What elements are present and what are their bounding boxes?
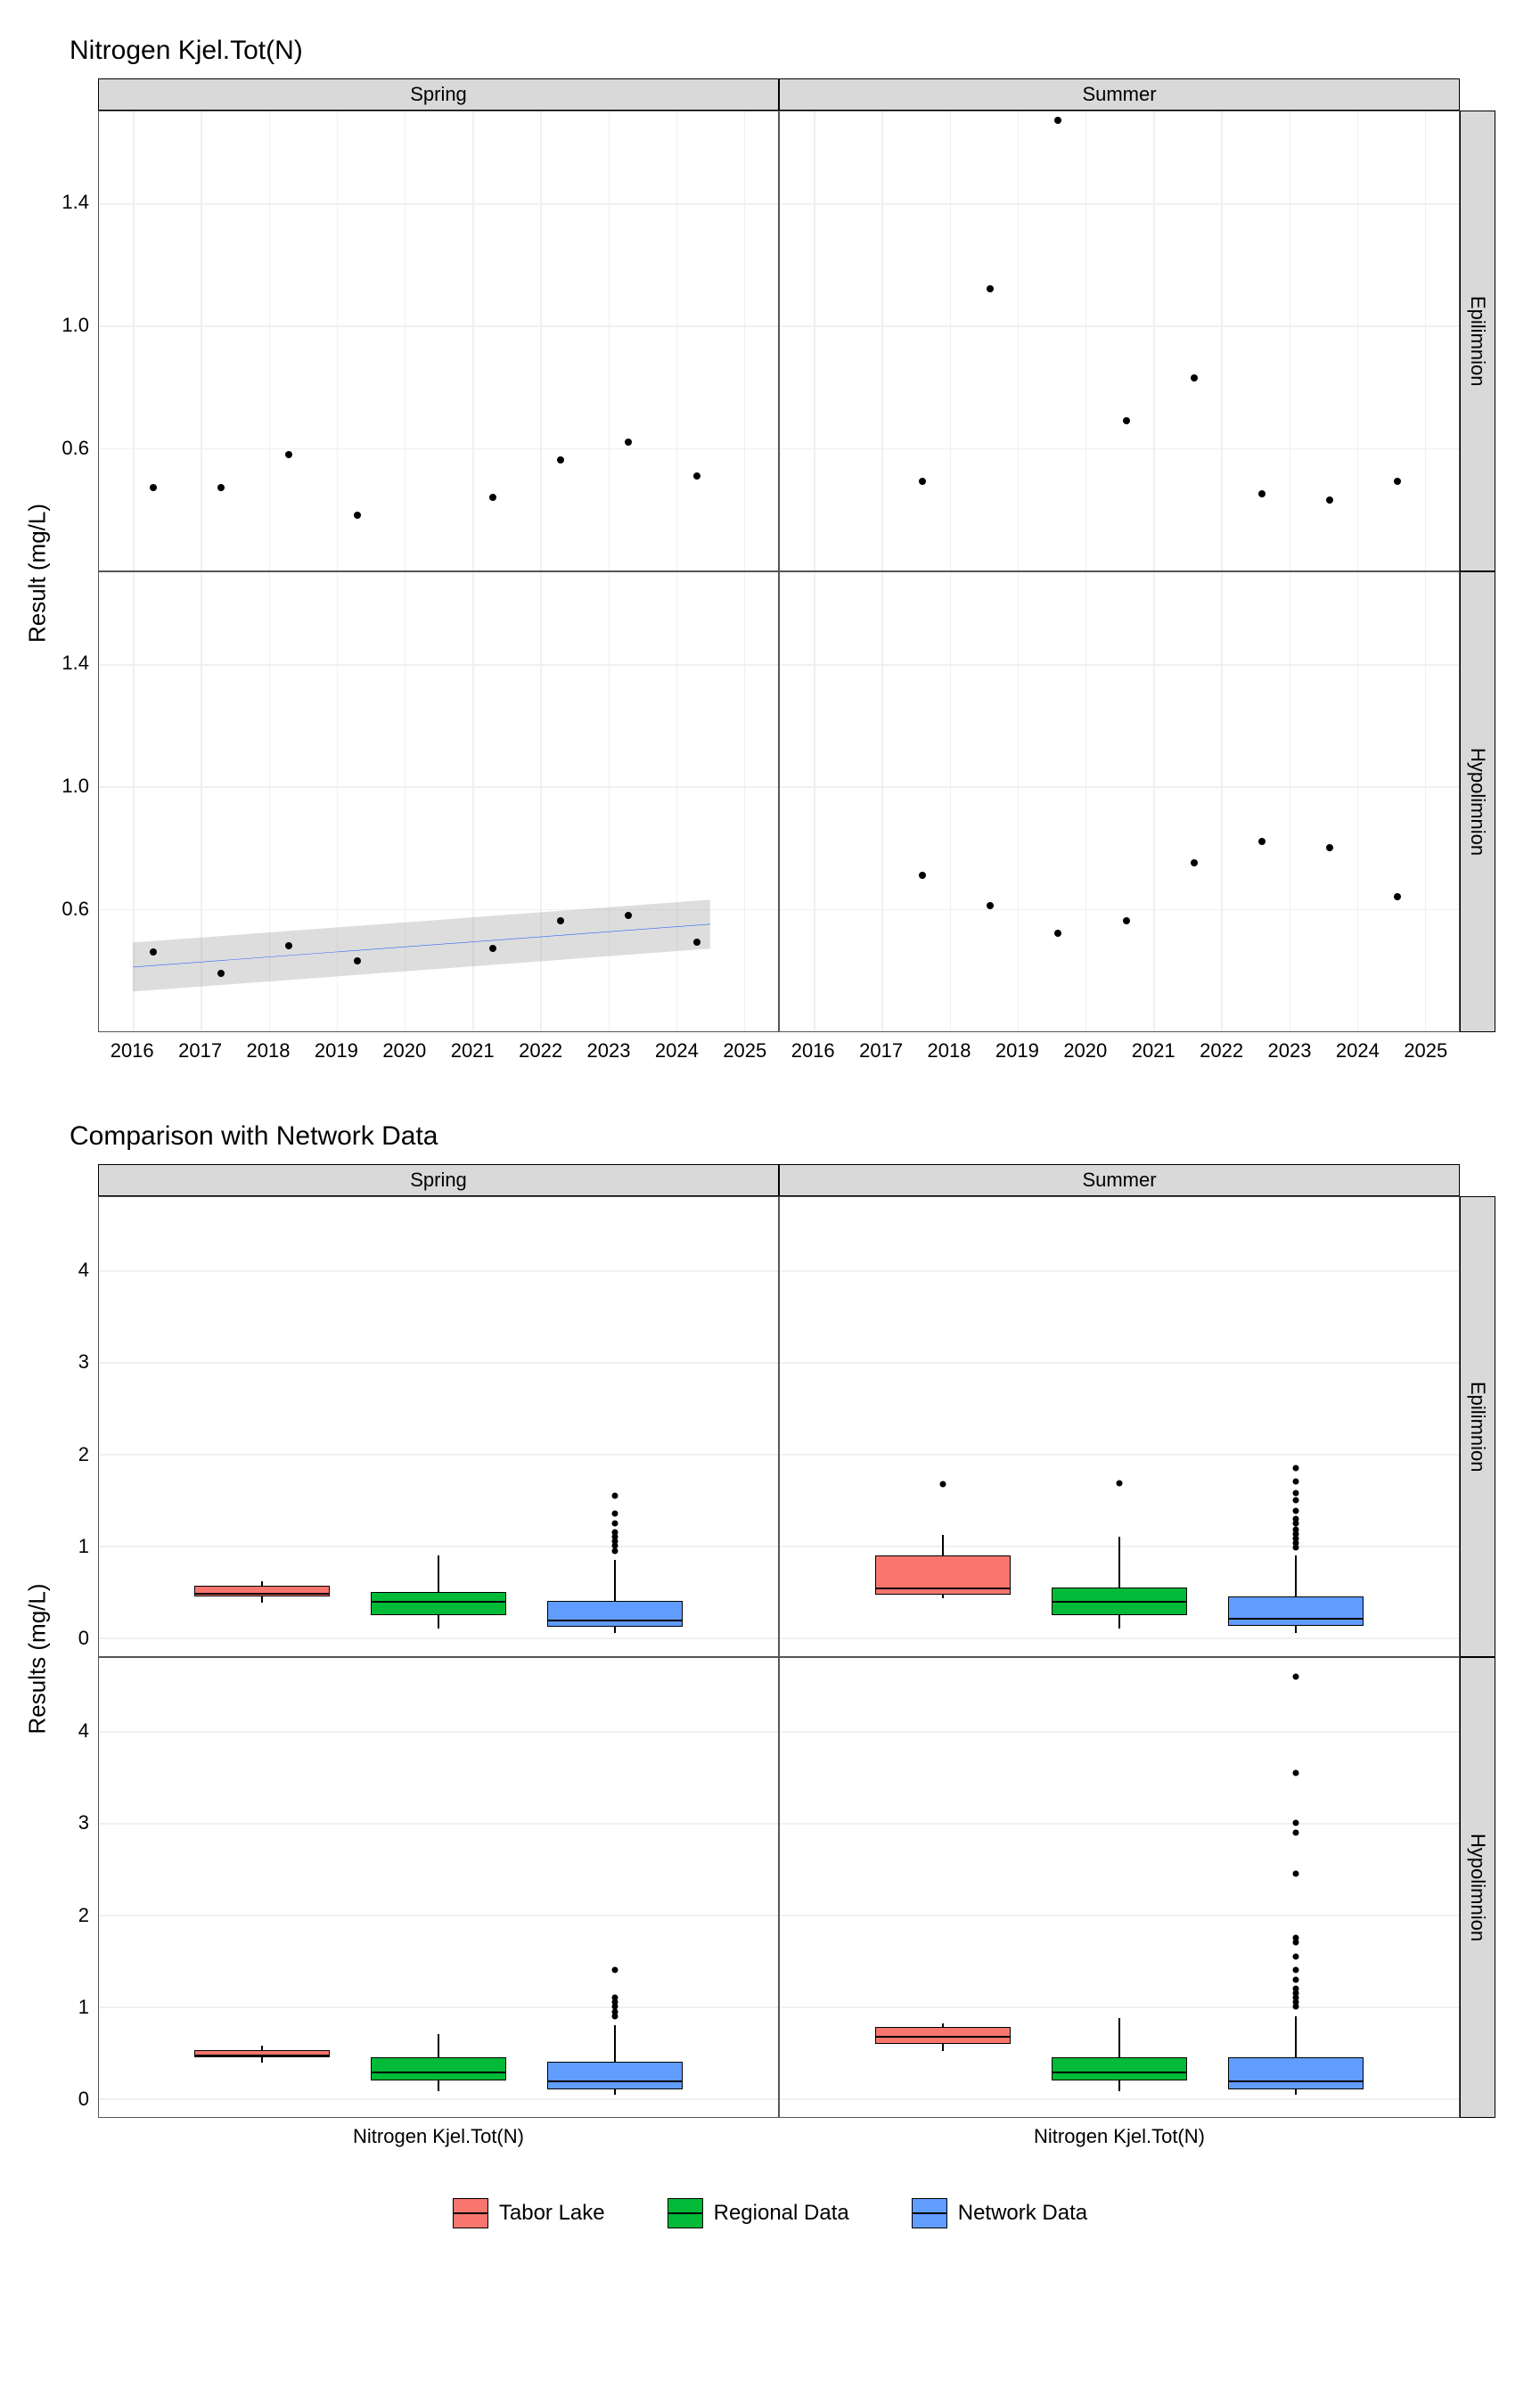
facet2-col-spring: Spring <box>98 1164 779 1196</box>
legend-item-regional: Regional Data <box>668 2198 849 2228</box>
legend-label-regional: Regional Data <box>714 2201 849 2226</box>
chart2-title: Comparison with Network Data <box>70 1121 1495 1152</box>
boxpanel-spring-hypolimnion <box>98 1657 779 2118</box>
legend: Tabor Lake Regional Data Network Data <box>45 2198 1495 2228</box>
chart1-title: Nitrogen Kjel.Tot(N) <box>70 36 1495 66</box>
facet2-row-hypolimnion: Hypolimnion <box>1460 1657 1495 2118</box>
legend-item-tabor: Tabor Lake <box>453 2198 605 2228</box>
facet2-col-summer: Summer <box>779 1164 1460 1196</box>
panel-spring-hypolimnion <box>98 571 779 1032</box>
panel-summer-epilimnion <box>779 111 1460 571</box>
panel-spring-epilimnion <box>98 111 779 571</box>
facet2-row-epilimnion: Epilimnion <box>1460 1196 1495 1657</box>
boxpanel-summer-hypolimnion <box>779 1657 1460 2118</box>
facet-row-hypolimnion: Hypolimnion <box>1460 571 1495 1032</box>
boxpanel-spring-epilimnion <box>98 1196 779 1657</box>
panel-summer-hypolimnion <box>779 571 1460 1032</box>
legend-item-network: Network Data <box>912 2198 1087 2228</box>
boxpanel-summer-epilimnion <box>779 1196 1460 1657</box>
legend-label-tabor: Tabor Lake <box>499 2201 605 2226</box>
facet-col-summer: Summer <box>779 78 1460 111</box>
facet-col-spring: Spring <box>98 78 779 111</box>
facet-row-epilimnion: Epilimnion <box>1460 111 1495 571</box>
legend-label-network: Network Data <box>958 2201 1087 2226</box>
